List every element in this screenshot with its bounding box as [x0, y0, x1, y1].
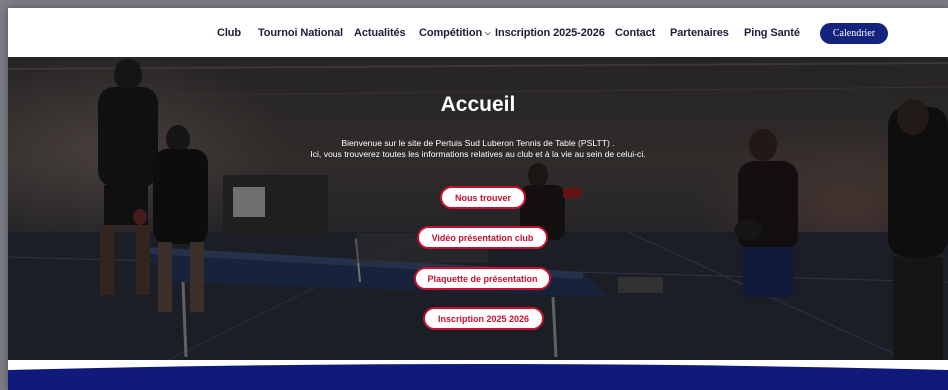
nav-item-competition[interactable]: Compétition ⌵: [419, 27, 490, 39]
plaquette-presentation-button[interactable]: Plaquette de présentation: [414, 267, 551, 290]
nav-item-contact[interactable]: Contact: [615, 27, 655, 39]
page-title: Accueil: [440, 93, 516, 116]
browser-viewport: Club Tournoi National Actualités Compéti…: [8, 8, 948, 390]
nav-item-club[interactable]: Club: [217, 27, 241, 39]
calendar-button[interactable]: Calendrier: [820, 23, 888, 44]
nav-item-competition-label: Compétition: [419, 27, 483, 39]
video-presentation-button[interactable]: Vidéo présentation club: [417, 226, 548, 249]
hero-intro-line-1: Bienvenue sur le site de Pertuis Sud Lub…: [341, 138, 615, 148]
main-navigation: Club Tournoi National Actualités Compéti…: [8, 8, 948, 57]
nav-item-ping-sante[interactable]: Ping Santé: [744, 27, 800, 39]
inscription-button[interactable]: Inscription 2025 2026: [423, 307, 544, 330]
hero-section: Accueil Bienvenue sur le site de Pertuis…: [8, 57, 948, 360]
nav-item-partenaires[interactable]: Partenaires: [670, 27, 729, 39]
hero-intro-line-2: Ici, vous trouverez toutes les informati…: [310, 149, 646, 159]
nous-trouver-button[interactable]: Nous trouver: [440, 186, 526, 209]
nav-item-tournoi-national[interactable]: Tournoi National: [258, 27, 343, 39]
nav-item-inscription[interactable]: Inscription 2025-2026: [495, 27, 605, 39]
nav-item-actualites[interactable]: Actualités: [354, 27, 406, 39]
chevron-down-icon: ⌵: [485, 30, 491, 37]
footer-wave-band: [8, 364, 948, 390]
